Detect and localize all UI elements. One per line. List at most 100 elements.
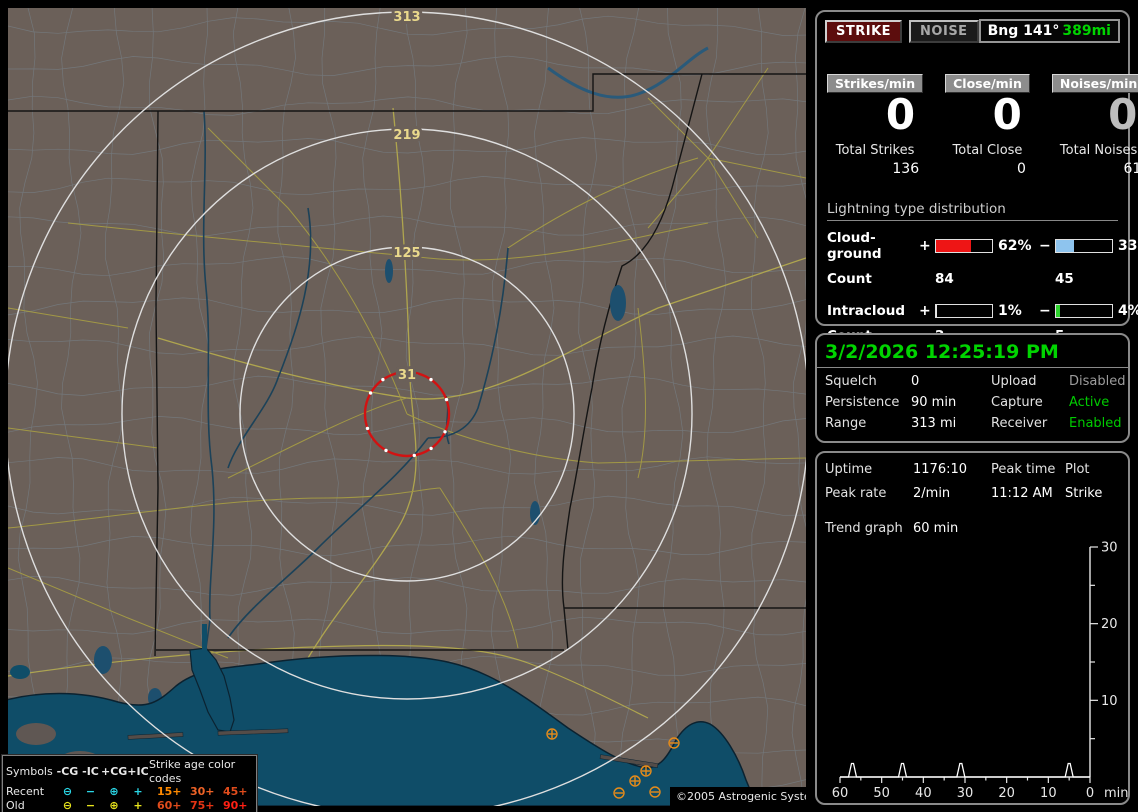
counters-panel: STRIKE NOISE Bng 141° 389mi Strikes/min … (815, 10, 1138, 344)
squelch-label: Squelch (825, 374, 877, 389)
ic-minus-pct: 4% (1118, 303, 1138, 319)
y-tick-label: 30 (1101, 541, 1118, 556)
upload-label: Upload (991, 374, 1037, 389)
ic-plus-pct: 1% (998, 303, 1022, 319)
receiver-label: Receiver (991, 416, 1048, 431)
minus-icon: − (85, 798, 96, 812)
circle-minus-icon: ⊖ (62, 798, 73, 812)
ring-label-125: 125 (393, 246, 420, 261)
cg-minus-bar-fill (1056, 240, 1075, 252)
x-tick-label: 30 (957, 786, 974, 801)
y-tick-label: 20 (1101, 617, 1118, 632)
persistence-value: 90 min (911, 395, 957, 410)
plus-sign: + (919, 238, 931, 254)
strikes-counter: Strikes/min 0 Total Strikes 136 (827, 73, 924, 177)
minus-icon: − (85, 785, 96, 798)
age-30: 30+ (190, 785, 215, 798)
strike-button[interactable]: STRIKE (825, 19, 903, 43)
squelch-value: 0 (911, 374, 920, 389)
x-tick-label: 20 (998, 786, 1015, 801)
lightning-distribution: Lightning type distribution Cloud-ground… (827, 201, 1138, 344)
peak-rate-label: Peak rate (825, 486, 887, 501)
uptime-label: Uptime (825, 462, 873, 477)
noise-button[interactable]: NOISE (909, 19, 979, 43)
distance-value: 389mi (1062, 23, 1111, 39)
ring-label-219: 219 (393, 128, 420, 143)
close-counter: Close/min 0 Total Close 0 (945, 73, 1030, 177)
legend-col-pos-ic: +IC (127, 764, 149, 778)
circle-plus-icon: ⊕ (109, 798, 119, 812)
total-noises-value: 61 (1123, 161, 1138, 177)
legend-row-old: Old ⊖ − ⊕ + 60+ 75+ 90+ (6, 799, 253, 812)
circle-minus-icon: ⊖ (62, 785, 73, 798)
legend-recent-label: Recent (6, 785, 45, 798)
legend-age-header: Strike age color codes (149, 758, 236, 785)
peak-time-label: Peak time (991, 462, 1056, 477)
plot-value: Strike (1065, 486, 1103, 501)
age-75: 75+ (190, 798, 215, 812)
x-tick-label: 50 (873, 786, 890, 801)
cg-plus-bar (935, 239, 993, 253)
age-15: 15+ (157, 785, 182, 798)
legend-row-recent: Recent ⊖ − ⊕ + 15+ 30+ 45+ (6, 785, 253, 799)
cg-plus-count: 84 (935, 271, 954, 287)
ring-label-31: 31 (398, 368, 416, 383)
cg-plus-pct: 62% (998, 238, 1032, 254)
receiver-value: Enabled (1069, 416, 1122, 431)
cg-minus-count: 45 (1055, 271, 1074, 287)
x-tick-label: 10 (1040, 786, 1057, 801)
persistence-label: Persistence (825, 395, 900, 410)
capture-label: Capture (991, 395, 1043, 410)
legend-symbols-header: Symbols (6, 764, 53, 778)
legend-col-neg-cg: -CG (56, 764, 79, 778)
cloud-ground-label: Cloud-ground (827, 230, 882, 262)
status-panel: 3/2/2026 12:25:19 PM Squelch 0 Upload Di… (815, 333, 1130, 443)
trend-graph-value: 60 min (913, 521, 959, 536)
strike-circle-plus (546, 728, 558, 740)
circle-plus-icon: ⊕ (109, 785, 119, 798)
trend-graph-label: Trend graph (825, 521, 903, 536)
legend-box: Symbols -CG -IC +CG +IC Strike age color… (2, 755, 257, 812)
divider (817, 367, 1128, 368)
x-tick-label: 60 (832, 786, 849, 801)
legend-old-label: Old (6, 798, 25, 812)
y-tick-label: 10 (1101, 694, 1118, 709)
cg-count-label: Count (827, 271, 872, 287)
range-value: 313 mi (911, 416, 957, 431)
copyright-text: ©2005 Astrogenic Systems (676, 790, 806, 803)
lightning-map[interactable]: 313 219 125 31 ©2005 Astrogenic Systems (2, 2, 827, 812)
ic-minus-bar-fill (1056, 305, 1061, 317)
minus-sign: − (1039, 303, 1051, 319)
cg-plus-bar-fill (936, 240, 971, 252)
age-90: 90+ (223, 798, 248, 812)
x-axis-unit: min (1104, 786, 1129, 801)
age-45: 45+ (223, 785, 248, 798)
strike-circle-plus (629, 775, 641, 787)
datetime-display: 3/2/2026 12:25:19 PM (825, 341, 1059, 363)
trend-graph: 10 20 30 0 10 20 30 40 50 60 min (832, 541, 1129, 802)
total-noises-label: Total Noises (1059, 143, 1138, 158)
strikes-per-min-value: 0 (885, 90, 916, 139)
total-close-value: 0 (1016, 161, 1026, 177)
minus-sign: − (1039, 238, 1051, 254)
peak-rate-value: 2/min (913, 486, 951, 501)
legend-col-pos-cg: +CG (101, 764, 128, 778)
distribution-title: Lightning type distribution (827, 201, 1118, 221)
bearing-readout: Bng 141° 389mi (978, 19, 1120, 43)
map-canvas[interactable]: 313 219 125 31 ©2005 Astrogenic Systems (2, 2, 827, 812)
ic-plus-bar-fill (936, 305, 938, 317)
upload-value: Disabled (1069, 374, 1126, 389)
strike-circle-plus (640, 765, 652, 777)
ring-label-313: 313 (393, 10, 420, 25)
cg-minus-pct: 33% (1118, 238, 1138, 254)
capture-value: Active (1069, 395, 1110, 410)
x-tick-label: 40 (915, 786, 932, 801)
stats-panel: Uptime 1176:10 Peak time Plot Peak rate … (815, 451, 1130, 805)
plus-icon: + (133, 785, 143, 798)
uptime-value: 1176:10 (913, 462, 968, 477)
cg-minus-bar (1055, 239, 1113, 253)
peak-time-value: 11:12 AM (991, 486, 1053, 501)
noises-per-min-value: 0 (1108, 90, 1138, 139)
nexstorm-window: 313 219 125 31 ©2005 Astrogenic Systems … (0, 0, 1138, 812)
plus-sign: + (919, 303, 931, 319)
